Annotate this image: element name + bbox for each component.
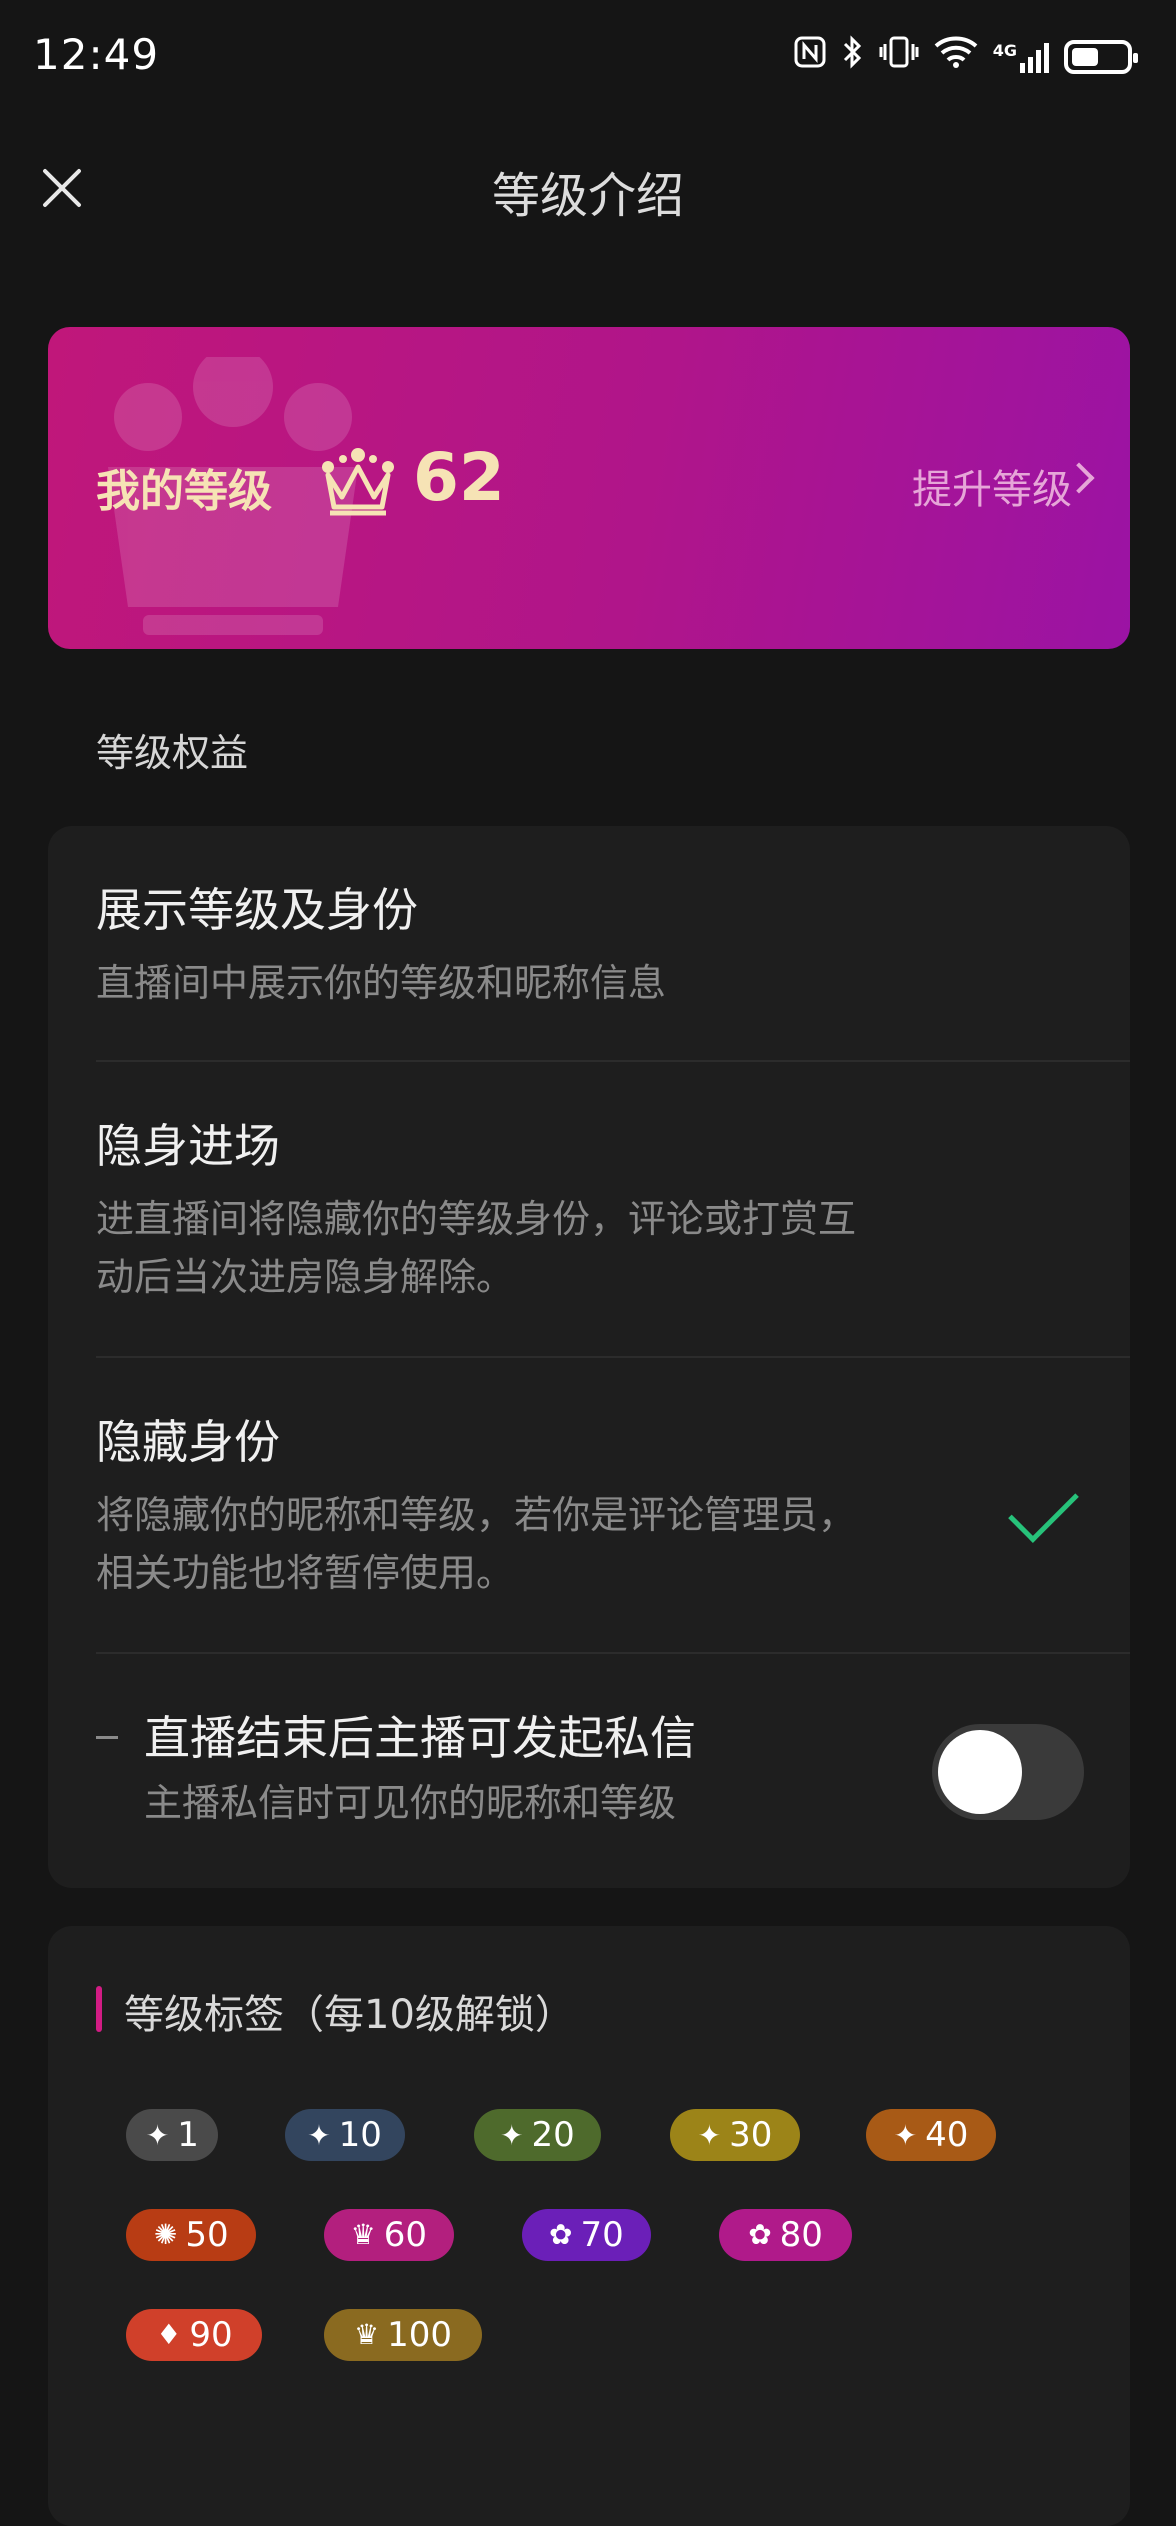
level-tag-label: 30 bbox=[729, 2115, 773, 2156]
private-message-toggle[interactable] bbox=[932, 1724, 1084, 1820]
sparkle-icon: ✦ bbox=[893, 2118, 918, 2152]
rights-card: 展示等级及身份 直播间中展示你的等级和昵称信息 隐身进场 进直播间将隐藏你的等级… bbox=[48, 826, 1130, 1888]
level-tags-title: 等级标签（每10级解锁） bbox=[96, 1982, 575, 2040]
rights-item-hide-identity[interactable]: 隐藏身份 将隐藏你的昵称和等级，若你是评论管理员，相关功能也将暂停使用。 bbox=[96, 1406, 1130, 1602]
vibrate-icon bbox=[879, 35, 919, 78]
level-tag-label: 100 bbox=[387, 2314, 453, 2355]
rights-item-title: 隐身进场 bbox=[96, 1119, 280, 1173]
battery-icon bbox=[1064, 39, 1138, 74]
rights-item-desc: 进直播间将隐藏你的等级身份，评论或打赏互动后当次进房隐身解除。 bbox=[96, 1197, 857, 1299]
divider bbox=[96, 1060, 1130, 1062]
wifi-icon bbox=[933, 35, 979, 78]
divider bbox=[96, 1356, 1130, 1358]
rights-item-desc: 主播私信时可见你的昵称和等级 bbox=[144, 1781, 677, 1825]
status-icons: 4G bbox=[793, 34, 1138, 79]
flower-icon: ✿ bbox=[549, 2218, 573, 2252]
dash-icon bbox=[96, 1736, 118, 1739]
level-tag-label: 40 bbox=[925, 2115, 969, 2156]
status-bar: 12:49 4G bbox=[0, 0, 1176, 120]
crown-icon: ♛ bbox=[354, 2318, 380, 2352]
level-tag-label: 60 bbox=[383, 2214, 428, 2255]
upgrade-level-link[interactable]: 提升等级 bbox=[912, 457, 1072, 515]
header: 等级介绍 bbox=[0, 140, 1176, 240]
level-tag-100: ♛ 100 bbox=[324, 2308, 483, 2361]
level-tag-70: ✿ 70 bbox=[521, 2208, 652, 2261]
page-title: 等级介绍 bbox=[491, 168, 684, 224]
battery-fill bbox=[1072, 47, 1098, 66]
level-tag-30: ✦ 30 bbox=[670, 2109, 800, 2162]
level-tags-card: 等级标签（每10级解锁） ✦ 1 ✦ 10 ✦ 20 ✦ 30 ✦ 40 ✺ 50 ♛ 60 ✿ 70 ✿ 80 ♦… bbox=[48, 1926, 1130, 2526]
level-tag-80: ✿ 80 bbox=[719, 2208, 852, 2261]
rights-item-title: 隐藏身份 bbox=[96, 1415, 280, 1469]
level-tag-10: ✦ 10 bbox=[284, 2109, 405, 2162]
nfc-icon bbox=[793, 35, 827, 78]
toggle-knob bbox=[938, 1730, 1022, 1814]
sparkle-icon: ✦ bbox=[500, 2118, 524, 2152]
rights-item-desc: 直播间中展示你的等级和昵称信息 bbox=[96, 961, 667, 1005]
level-tag-90: ♦ 90 bbox=[126, 2308, 263, 2361]
rights-item-title: 展示等级及身份 bbox=[96, 883, 418, 937]
my-level-label: 我的等级 bbox=[96, 466, 272, 517]
signal-label: 4G bbox=[992, 40, 1017, 60]
level-tag-60: ♛ 60 bbox=[324, 2208, 454, 2261]
level-tag-50: ✺ 50 bbox=[126, 2208, 257, 2261]
level-tag-label: 10 bbox=[338, 2115, 382, 2156]
level-tag-label: 20 bbox=[531, 2115, 575, 2156]
signal-4g-icon: 4G bbox=[993, 41, 1050, 73]
crown-icon: ♛ bbox=[350, 2218, 376, 2252]
rights-section-title: 等级权益 bbox=[96, 731, 249, 775]
diamond-icon: ♦ bbox=[156, 2318, 182, 2352]
rights-item-desc: 将隐藏你的昵称和等级，若你是评论管理员，相关功能也将暂停使用。 bbox=[96, 1493, 857, 1595]
sparkle-icon: ✦ bbox=[307, 2118, 331, 2152]
divider bbox=[96, 1652, 1130, 1654]
level-tag-label: 80 bbox=[779, 2214, 823, 2255]
sparkle-icon: ✦ bbox=[697, 2118, 722, 2152]
level-tag-label: 1 bbox=[177, 2115, 199, 2156]
level-banner: 我的等级 62 提升等级 bbox=[48, 327, 1130, 649]
level-tag-20: ✦ 20 bbox=[474, 2109, 601, 2162]
status-time: 12:49 bbox=[33, 30, 160, 79]
flower-icon: ✿ bbox=[748, 2218, 772, 2252]
level-tag-1: ✦ 1 bbox=[126, 2109, 219, 2162]
sparkle-icon: ✦ bbox=[145, 2118, 170, 2152]
level-tag-label: 70 bbox=[580, 2214, 624, 2255]
level-tag-40: ✦ 40 bbox=[866, 2109, 996, 2162]
level-crown-icon bbox=[322, 448, 394, 516]
rights-item-invisible-entry[interactable]: 隐身进场 进直播间将隐藏你的等级身份，评论或打赏互动后当次进房隐身解除。 bbox=[96, 1110, 1130, 1306]
level-tag-label: 90 bbox=[189, 2314, 233, 2355]
bluetooth-icon bbox=[841, 34, 865, 79]
level-number: 62 bbox=[413, 439, 505, 516]
level-tag-label: 50 bbox=[185, 2214, 229, 2255]
sun-icon: ✺ bbox=[153, 2218, 178, 2252]
rights-item-show-level[interactable]: 展示等级及身份 直播间中展示你的等级和昵称信息 bbox=[96, 874, 1130, 1012]
